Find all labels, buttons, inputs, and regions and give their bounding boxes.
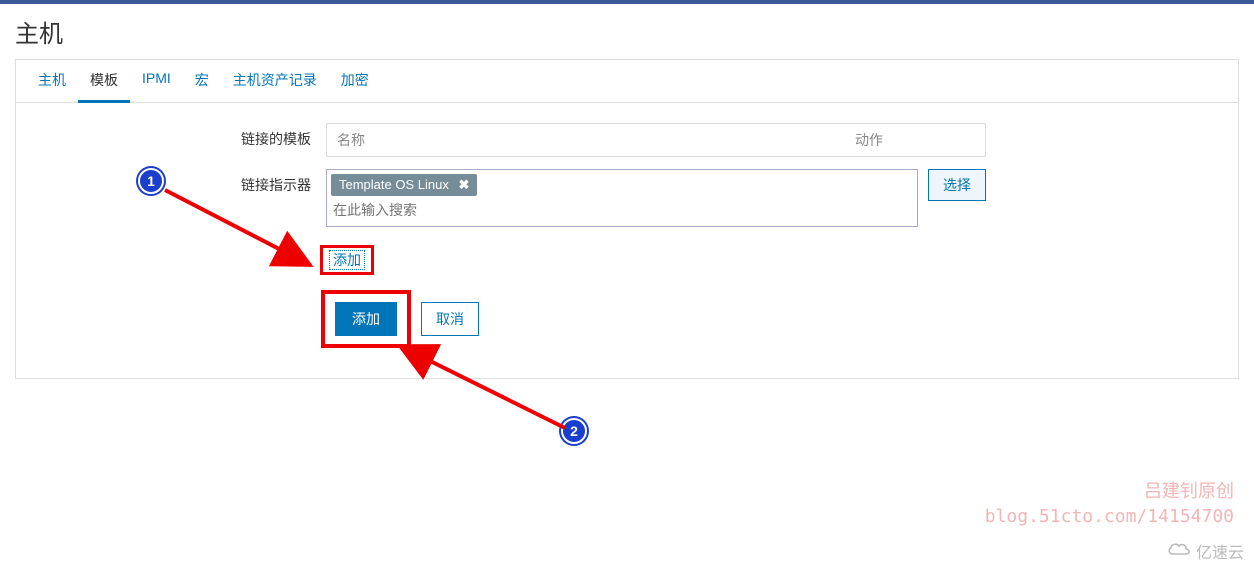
cloud-icon: [1166, 540, 1192, 563]
brand-text: 亿速云: [1196, 539, 1244, 563]
submit-row: 添加 取消: [321, 290, 1218, 348]
add-button[interactable]: 添加: [335, 302, 397, 336]
label-linked-templates: 链接的模板: [36, 123, 326, 149]
tab-encryption[interactable]: 加密: [329, 60, 381, 102]
annotation-badge-2: 2: [561, 418, 587, 444]
tabs-bar: 主机 模板 IPMI 宏 主机资产记录 加密: [16, 60, 1238, 103]
add-link-highlight: 添加: [320, 245, 374, 275]
tab-ipmi[interactable]: IPMI: [130, 60, 183, 102]
tab-inventory[interactable]: 主机资产记录: [221, 60, 329, 102]
add-link[interactable]: 添加: [329, 250, 365, 270]
row-linked-templates: 链接的模板 名称 动作: [36, 123, 1218, 157]
content-box: 主机 模板 IPMI 宏 主机资产记录 加密 链接的模板 名称 动作 链接指示器: [15, 59, 1239, 379]
cancel-button[interactable]: 取消: [421, 302, 479, 336]
brand-logo: 亿速云: [1166, 539, 1244, 563]
row-link-indicator: 链接指示器 Template OS Linux ✖ 选择 添加: [36, 169, 1218, 275]
col-action: 动作: [855, 130, 975, 150]
linked-templates-header: 名称 动作: [327, 124, 985, 156]
tab-templates[interactable]: 模板: [78, 60, 130, 103]
watermark-line1: 吕建钊原创: [985, 479, 1234, 504]
template-search-input[interactable]: [331, 198, 913, 222]
tab-macros[interactable]: 宏: [183, 60, 221, 102]
col-name: 名称: [337, 130, 855, 150]
tab-host[interactable]: 主机: [26, 60, 78, 102]
select-button[interactable]: 选择: [928, 169, 986, 201]
remove-tag-icon[interactable]: ✖: [458, 177, 469, 192]
template-multiselect[interactable]: Template OS Linux ✖: [326, 169, 918, 227]
watermark-line2: blog.51cto.com/14154700: [985, 504, 1234, 529]
form-area: 链接的模板 名称 动作 链接指示器 Template OS Linux ✖: [16, 103, 1238, 378]
page-title: 主机: [0, 4, 1254, 59]
label-link-indicator: 链接指示器: [36, 169, 326, 195]
watermark: 吕建钊原创 blog.51cto.com/14154700: [985, 479, 1234, 529]
annotation-badge-1: 1: [138, 168, 164, 194]
template-tag-label: Template OS Linux: [339, 177, 449, 192]
template-tag[interactable]: Template OS Linux ✖: [331, 174, 477, 196]
linked-templates-table: 名称 动作: [326, 123, 986, 157]
submit-highlight: 添加: [321, 290, 411, 348]
